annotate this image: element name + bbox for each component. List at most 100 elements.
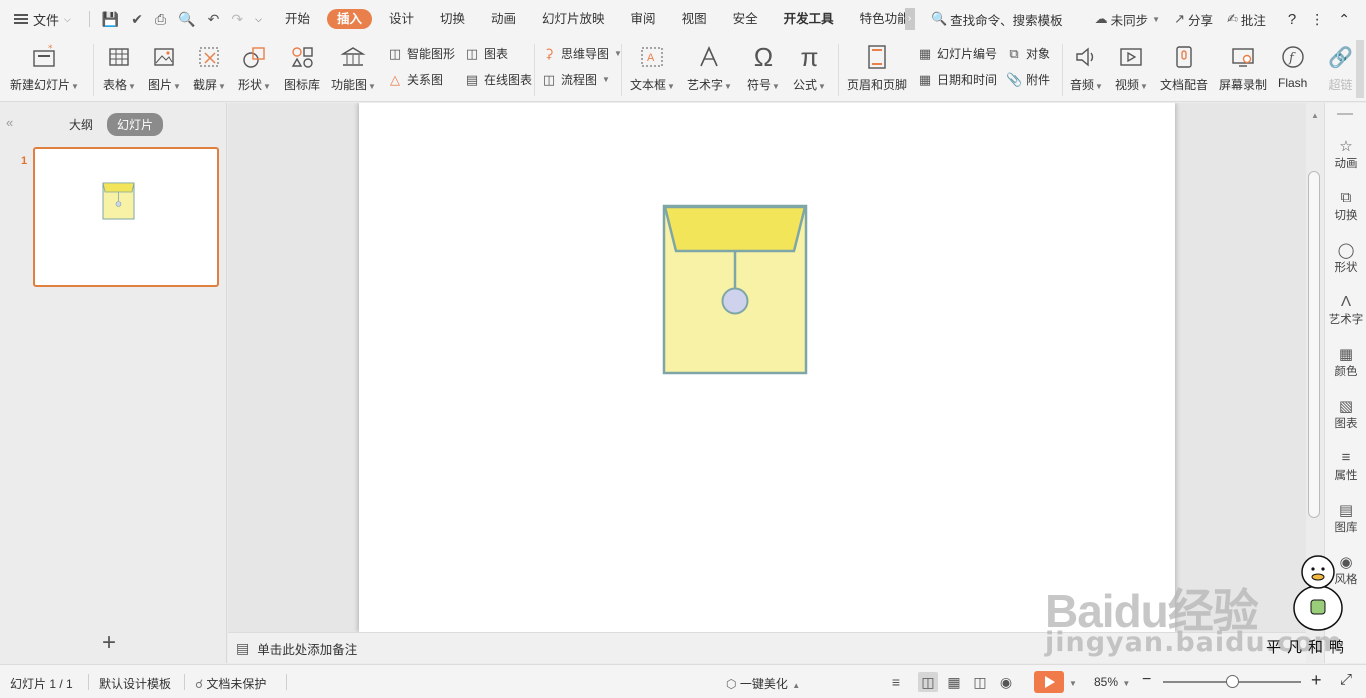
flowchart-button[interactable]: ◫ 流程图 ▼ [541, 71, 610, 88]
caret-icon: ▼ [128, 82, 136, 91]
video-button[interactable]: 视频▼ [1115, 42, 1148, 96]
presenter-view-button[interactable]: ◉ [996, 672, 1016, 692]
hyperlink-button[interactable]: 🔗 超链 [1328, 42, 1353, 96]
play-options-caret[interactable]: ▼ [1068, 675, 1077, 689]
help-button[interactable]: ? [1288, 11, 1296, 28]
notes-view-button[interactable]: ≡ [886, 672, 906, 692]
tab-slideshow[interactable]: 幻灯片放映 [529, 0, 618, 38]
file-menu[interactable]: 文件 ⌵ [0, 0, 79, 38]
attachment-button[interactable]: 📎 附件 [1006, 71, 1050, 88]
comment-button[interactable]: ✍ 批注 [1227, 10, 1266, 29]
pane-shape[interactable]: ◯ 形状 [1325, 241, 1366, 275]
tab-view[interactable]: 视图 [669, 0, 720, 38]
print-preview-icon[interactable]: 🔍 [178, 11, 195, 28]
format-painter-icon[interactable]: ✔ [131, 11, 143, 28]
more-options-button[interactable]: ⋮ [1310, 11, 1324, 28]
art-text-button[interactable]: 艺术字▼ [687, 42, 732, 96]
sync-status-button[interactable]: ☁ 未同步 ▼ [1095, 10, 1160, 29]
textbox-button[interactable]: A 文本框▼ [630, 42, 675, 96]
tab-animation[interactable]: 动画 [478, 0, 529, 38]
pane-chart[interactable]: ▧ 图表 [1325, 397, 1366, 431]
function-chart-button[interactable]: 功能图▼ [331, 42, 376, 96]
print-icon[interactable]: ⎙ [155, 11, 166, 28]
shape-label: 形状 [238, 78, 263, 92]
collapse-ribbon-button[interactable]: ⌃ [1338, 11, 1350, 28]
video-icon [1118, 42, 1144, 72]
notes-bar[interactable]: ▤ 单击此处添加备注 [228, 632, 1306, 663]
customize-dropdown-icon[interactable]: ⌵ [255, 14, 262, 25]
screenshot-label: 截屏 [193, 78, 218, 92]
tab-features[interactable]: 特色功能 [847, 0, 905, 38]
doc-voice-label: 文档配音 [1160, 78, 1209, 92]
one-click-beautify-button[interactable]: ⬡ 一键美化 ▲ [726, 675, 800, 692]
slide-number-button[interactable]: ▦ 幻灯片编号 [917, 45, 997, 62]
mind-map-button[interactable]: ⚳ 思维导图 ▼ [541, 45, 622, 62]
tab-design[interactable]: 设计 [376, 0, 427, 38]
pane-color[interactable]: ▦ 颜色 [1325, 345, 1366, 379]
smart-art-button[interactable]: ◫ 智能图形 [387, 45, 455, 62]
pane-properties[interactable]: ≡ 属性 [1325, 449, 1366, 483]
ribbon-scrollbar[interactable] [1356, 40, 1364, 98]
design-template-button[interactable]: 默认设计模板 [99, 675, 171, 692]
tab-outline[interactable]: 大纲 [69, 116, 93, 133]
tab-developer[interactable]: 开发工具 [771, 0, 847, 38]
flash-button[interactable]: f Flash [1278, 42, 1307, 96]
header-footer-button[interactable]: 页眉和页脚 [847, 42, 907, 96]
redo-icon[interactable]: ↷ [231, 11, 243, 28]
pane-art-text[interactable]: Λ 艺术字 [1325, 293, 1366, 327]
zoom-level[interactable]: 85% ▼ [1094, 675, 1130, 689]
tab-security[interactable]: 安全 [720, 0, 771, 38]
flash-label: Flash [1278, 76, 1308, 90]
object-button[interactable]: ⧉ 对象 [1006, 45, 1050, 62]
slide-sorter-button[interactable]: ▦ [944, 672, 964, 692]
pane-animation[interactable]: ☆ 动画 [1325, 137, 1366, 171]
screenshot-button[interactable]: 截屏▼ [193, 42, 226, 96]
envelope-flap[interactable] [663, 205, 807, 253]
zoom-in-button[interactable]: + [1311, 670, 1322, 691]
envelope-button[interactable] [721, 287, 749, 315]
online-chart-button[interactable]: ▤ 在线图表 [464, 71, 532, 88]
fit-window-icon[interactable]: ⤢ [1340, 671, 1352, 688]
slide-counter: 幻灯片 1 / 1 [10, 677, 73, 691]
slide-canvas[interactable] [359, 103, 1175, 632]
tab-insert[interactable]: 插入 [326, 9, 372, 29]
insert-ribbon: * 新建幻灯片▼ 表格▼ 图片▼ 截屏▼ 形状▼ 图标库 功能图▼ ◫ 智能图形… [0, 38, 1366, 102]
tab-home[interactable]: 开始 [272, 0, 323, 38]
chart-button[interactable]: ◫ 图表 [464, 45, 508, 62]
new-slide-button[interactable]: * 新建幻灯片▼ [10, 42, 79, 96]
audio-label: 音频 [1070, 78, 1095, 92]
share-button[interactable]: ↗ 分享 [1174, 10, 1213, 29]
undo-icon[interactable]: ↶ [208, 11, 220, 28]
zoom-slider-knob[interactable] [1225, 675, 1239, 688]
relation-icon: △ [390, 71, 400, 87]
picture-button[interactable]: 图片▼ [148, 42, 181, 96]
date-time-button[interactable]: ▦ 日期和时间 [917, 71, 997, 88]
formula-button[interactable]: π 公式▼ [793, 42, 826, 96]
play-slideshow-button[interactable] [1034, 671, 1064, 693]
tab-review[interactable]: 审阅 [618, 0, 669, 38]
add-slide-button[interactable]: + [102, 631, 116, 655]
doc-protection-button[interactable]: ☌ 文档未保护 [195, 675, 266, 692]
scrollbar-thumb[interactable] [1308, 171, 1320, 518]
slide-thumbnail[interactable] [33, 147, 219, 287]
audio-button[interactable]: 音频▼ [1070, 42, 1103, 96]
collapse-panel-icon[interactable]: « [6, 115, 13, 130]
relation-chart-button[interactable]: △ 关系图 [387, 71, 443, 88]
icon-library-button[interactable]: 图标库 [284, 42, 320, 96]
pane-gallery[interactable]: ▤ 图库 [1325, 501, 1366, 535]
symbol-button[interactable]: Ω 符号▼ [747, 42, 780, 96]
command-search[interactable]: 🔍 查找命令、搜索模板 [931, 10, 1063, 29]
reading-view-button[interactable]: ◫ [970, 672, 990, 692]
zoom-out-button[interactable]: − [1142, 671, 1151, 689]
doc-voice-button[interactable]: 文档配音 [1160, 42, 1208, 96]
normal-view-button[interactable]: ◫ [918, 672, 938, 692]
more-tabs-button[interactable]: › [904, 8, 915, 30]
screen-record-button[interactable]: 屏幕录制 [1219, 42, 1267, 96]
shape-button[interactable]: 形状▼ [238, 42, 271, 96]
tab-transition[interactable]: 切换 [427, 0, 478, 38]
table-button[interactable]: 表格▼ [103, 42, 136, 96]
scroll-up-icon[interactable]: ▲ [1311, 111, 1319, 120]
save-icon[interactable]: 💾 [102, 11, 119, 28]
pane-transition[interactable]: ⧉ 切换 [1325, 189, 1366, 223]
tab-slides[interactable]: 幻灯片 [107, 113, 164, 136]
